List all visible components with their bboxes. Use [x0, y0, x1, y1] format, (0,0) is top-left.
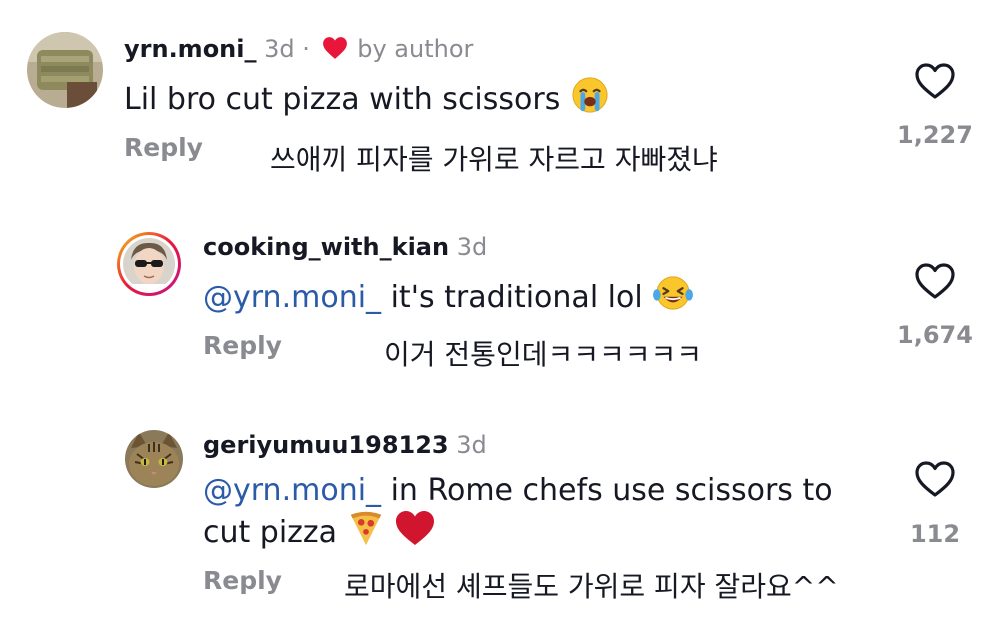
- like-heart-icon[interactable]: [914, 460, 956, 498]
- reply-button[interactable]: Reply: [124, 133, 203, 162]
- timestamp: 3d: [456, 431, 487, 459]
- red-heart-emoji: [396, 511, 435, 545]
- avatar[interactable]: [125, 430, 183, 488]
- separator: ·: [302, 35, 310, 63]
- translation-text: 로마에선 셰프들도 가위로 피자 잘라요^^: [344, 570, 839, 603]
- author-badge: by author: [357, 35, 474, 63]
- translation-text: 쓰애끼 피자를 가위로 자르고 자빠졌냐: [270, 143, 718, 176]
- comment-3: geriyumuu198123 3d @yrn.moni_ in Rome ch…: [0, 400, 1000, 630]
- sob-emoji: [572, 77, 608, 113]
- comment-text: Lil bro cut pizza with scissors: [124, 76, 610, 118]
- like-count: 1,674: [897, 321, 973, 349]
- author-liked-heart-icon: [322, 37, 347, 59]
- comment-text-line2: cut pizza: [203, 515, 338, 550]
- username[interactable]: cooking_with_kian: [203, 233, 449, 261]
- username[interactable]: yrn.moni_: [124, 35, 257, 63]
- avatar[interactable]: [27, 32, 103, 108]
- mention-link[interactable]: @yrn.moni_: [203, 280, 381, 315]
- like-heart-icon[interactable]: [914, 62, 956, 100]
- username[interactable]: geriyumuu198123: [203, 431, 449, 459]
- reply-button[interactable]: Reply: [203, 331, 282, 360]
- like-count: 1,227: [897, 121, 973, 149]
- comment-text-content: Lil bro cut pizza with scissors: [124, 82, 561, 117]
- mention-link[interactable]: @yrn.moni_: [203, 473, 381, 508]
- comment-2: cooking_with_kian 3d @yrn.moni_ it's tra…: [0, 200, 1000, 400]
- like-count: 112: [909, 520, 961, 548]
- pizza-emoji: [350, 511, 381, 546]
- reply-button[interactable]: Reply: [203, 566, 282, 595]
- comment-header: yrn.moni_ 3d · by author: [124, 34, 473, 64]
- comment-1: yrn.moni_ 3d · by author Lil bro cut piz…: [0, 0, 1000, 200]
- comment-header: geriyumuu198123 3d: [203, 430, 487, 460]
- avatar[interactable]: [117, 232, 181, 296]
- comment-text: @yrn.moni_ in Rome chefs use scissors to…: [203, 472, 883, 551]
- translation-text: 이거 전통인데ㅋㅋㅋㅋㅋㅋ: [384, 338, 703, 371]
- like-heart-icon[interactable]: [914, 262, 956, 300]
- timestamp: 3d: [264, 35, 295, 63]
- comment-text-content: it's traditional lol: [390, 280, 643, 315]
- comment-header: cooking_with_kian 3d: [203, 232, 487, 262]
- laughing-tears-emoji: [653, 276, 694, 310]
- comment-text: @yrn.moni_ it's traditional lol: [203, 274, 694, 316]
- comment-text-line1: in Rome chefs use scissors to: [390, 473, 833, 508]
- timestamp: 3d: [456, 233, 488, 261]
